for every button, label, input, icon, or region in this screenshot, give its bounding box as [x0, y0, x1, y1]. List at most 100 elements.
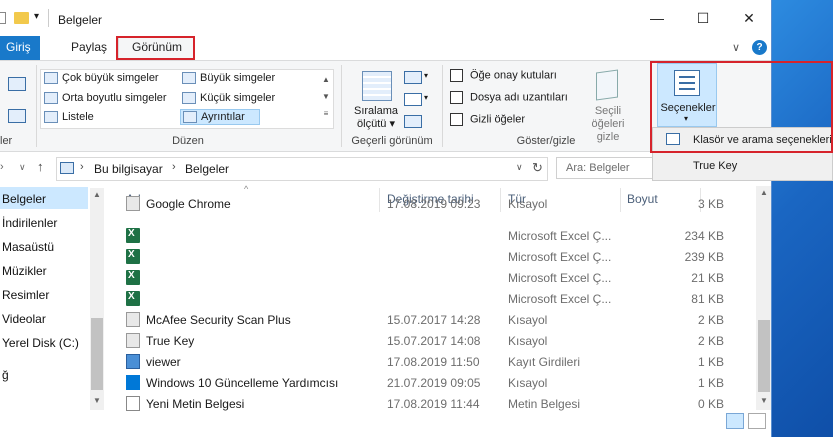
ribbon-tabs: Giriş Paylaş Görünüm ∨ ? [0, 36, 771, 61]
back-icon[interactable]: › [0, 161, 4, 173]
minimize-button[interactable]: — [634, 0, 680, 36]
navigation-pane-icon[interactable] [8, 77, 26, 91]
highlight-box-options [650, 61, 833, 153]
table-row[interactable]: Microsoft Excel Ç... 239 KB [104, 246, 724, 267]
sort-icon [362, 71, 392, 101]
navigation-pane: Belgeler İndirilenler Masaüstü Müzikler … [0, 186, 104, 437]
file-date: 17.08.2019 11:44 [387, 397, 480, 411]
table-row[interactable]: True Key 15.07.2017 14:08 Kısayol 2 KB [104, 330, 724, 351]
nav-scrollbar-thumb[interactable] [91, 318, 103, 390]
layout-cok-buyuk[interactable]: Çok büyük simgeler [44, 72, 159, 84]
medium-icons-icon [44, 92, 58, 104]
group-by-icon[interactable] [404, 71, 422, 84]
file-type: Kısayol [508, 334, 548, 348]
table-row[interactable]: Microsoft Excel Ç... 234 KB [104, 225, 724, 246]
nav-item-videolar[interactable]: Videolar [2, 312, 46, 326]
layout-orta[interactable]: Orta boyutlu simgeler [44, 92, 167, 104]
excel-icon [126, 228, 140, 243]
nav-item-partial[interactable]: ğ [2, 368, 9, 382]
shortcut-icon [126, 333, 140, 348]
group-layout: Çok büyük simgeler Büyük simgeler Orta b… [40, 63, 336, 149]
add-columns-icon[interactable] [404, 93, 422, 106]
quick-access-icon[interactable] [0, 12, 6, 24]
nav-scrollbar[interactable]: ▲ ▼ [90, 188, 104, 410]
file-date: 17.08.2019 09:23 [387, 197, 481, 211]
close-button[interactable]: ✕ [726, 0, 771, 36]
size-columns-icon[interactable] [404, 115, 422, 128]
up-arrow-icon[interactable]: ↑ [37, 159, 44, 174]
table-row[interactable]: viewer 17.08.2019 11:50 Kayıt Girdileri 1 K… [104, 351, 724, 372]
tab-giris[interactable]: Giriş [6, 40, 31, 54]
address-dropdown-icon[interactable]: ∨ [516, 162, 523, 173]
list-scrollbar[interactable]: ▲ ▼ [756, 186, 771, 410]
preview-pane-icon[interactable] [8, 109, 26, 123]
file-size: 1 KB [697, 355, 724, 369]
file-size: 0 KB [697, 397, 724, 411]
file-size: 3 KB [697, 197, 724, 211]
layout-listele[interactable]: Listele [44, 111, 94, 123]
title-bar: ▾ Belgeler — ☐ ✕ [0, 0, 771, 36]
file-date: 17.08.2019 11:50 [387, 355, 480, 369]
sort-button[interactable]: Sıralama ölçütü ▾ [354, 105, 398, 131]
customize-toolbar-icon[interactable]: ▾ [34, 11, 39, 22]
checkbox-file-extensions[interactable]: Dosya adı uzantıları [450, 91, 568, 104]
file-type: Kısayol [508, 376, 548, 390]
refresh-icon[interactable]: ↻ [532, 160, 543, 176]
group-current-view: Sıralama ölçütü ▾ ▾ ▾ Geçerli görünüm [344, 63, 440, 149]
file-name: Google Chrome [146, 197, 231, 211]
recent-locations-icon[interactable]: ∨ [19, 162, 26, 173]
group-label-panes: ler [0, 135, 13, 147]
file-size: 21 KB [691, 271, 724, 285]
file-type: Metin Belgesi [508, 397, 581, 411]
group-label-current-view: Geçerli görünüm [351, 135, 433, 147]
table-row[interactable]: Microsoft Excel Ç... 21 KB [104, 267, 724, 288]
group-label-show-hide: Göster/gizle [516, 135, 576, 147]
nav-item-yerel-disk[interactable]: Yerel Disk (C:) [2, 336, 79, 350]
layout-kucuk[interactable]: Küçük simgeler [182, 92, 275, 104]
file-name: viewer [146, 355, 181, 369]
checkbox-hidden-items[interactable]: Gizli öğeler [450, 113, 525, 126]
table-row[interactable]: Yeni Metin Belgesi 17.08.2019 11:44 Metin … [104, 393, 724, 414]
help-icon[interactable]: ? [752, 40, 767, 55]
list-scroll-down-icon[interactable]: ▼ [760, 396, 768, 405]
breadcrumb-documents[interactable]: Belgeler [185, 162, 229, 176]
tab-paylas[interactable]: Paylaş [71, 40, 107, 54]
file-type: Microsoft Excel Ç... [508, 271, 612, 285]
layout-buyuk[interactable]: Büyük simgeler [182, 72, 275, 84]
file-name: Yeni Metin Belgesi [146, 397, 245, 411]
list-scroll-up-icon[interactable]: ▲ [760, 188, 768, 197]
collapse-ribbon-icon[interactable]: ∨ [732, 41, 740, 54]
file-name: Windows 10 Güncelleme Yardımcısı [146, 376, 339, 390]
table-row[interactable]: Google Chrome 17.08.2019 09:23 Kısayol 3 KB [104, 193, 724, 214]
nav-item-resimler[interactable]: Resimler [2, 288, 49, 302]
menu-item-true-key[interactable]: True Key [693, 160, 737, 172]
nav-item-indirilenler[interactable]: İndirilenler [2, 216, 57, 230]
excel-icon [126, 249, 140, 264]
breadcrumb-this-pc[interactable]: Bu bilgisayar [94, 162, 163, 176]
table-row[interactable]: McAfee Security Scan Plus 15.07.2017 14:2… [104, 309, 724, 330]
large-icons-view-icon[interactable] [748, 413, 766, 429]
nav-item-masaustu[interactable]: Masaüstü [2, 240, 54, 254]
file-type: Microsoft Excel Ç... [508, 250, 612, 264]
table-row[interactable]: Windows 10 Güncelleme Yardımcısı 21.07.20… [104, 372, 724, 393]
details-view-icon[interactable] [726, 413, 744, 429]
nav-item-belgeler[interactable]: Belgeler [2, 192, 46, 206]
shortcut-icon [126, 312, 140, 327]
this-pc-icon [60, 162, 74, 174]
list-icon [44, 111, 58, 123]
highlight-box-tab [116, 36, 195, 60]
nav-item-muzikler[interactable]: Müzikler [2, 264, 47, 278]
file-type: Kısayol [508, 313, 548, 327]
scroll-down-icon[interactable]: ▼ [93, 396, 101, 405]
file-name: True Key [146, 334, 195, 348]
file-type: Kısayol [508, 197, 548, 211]
scroll-up-icon[interactable]: ▲ [93, 190, 101, 199]
table-row[interactable]: Microsoft Excel Ç... 81 KB [104, 288, 724, 309]
windows-icon [126, 375, 140, 390]
text-icon [126, 396, 140, 411]
maximize-button[interactable]: ☐ [680, 0, 726, 36]
layout-ayrintilar[interactable]: Ayrıntılar [180, 109, 260, 125]
checkbox-item-checkboxes[interactable]: Öğe onay kutuları [450, 69, 557, 82]
list-scrollbar-thumb[interactable] [758, 320, 770, 392]
layout-scroll-icon[interactable]: ▲ ▼ ≡ [320, 71, 332, 122]
